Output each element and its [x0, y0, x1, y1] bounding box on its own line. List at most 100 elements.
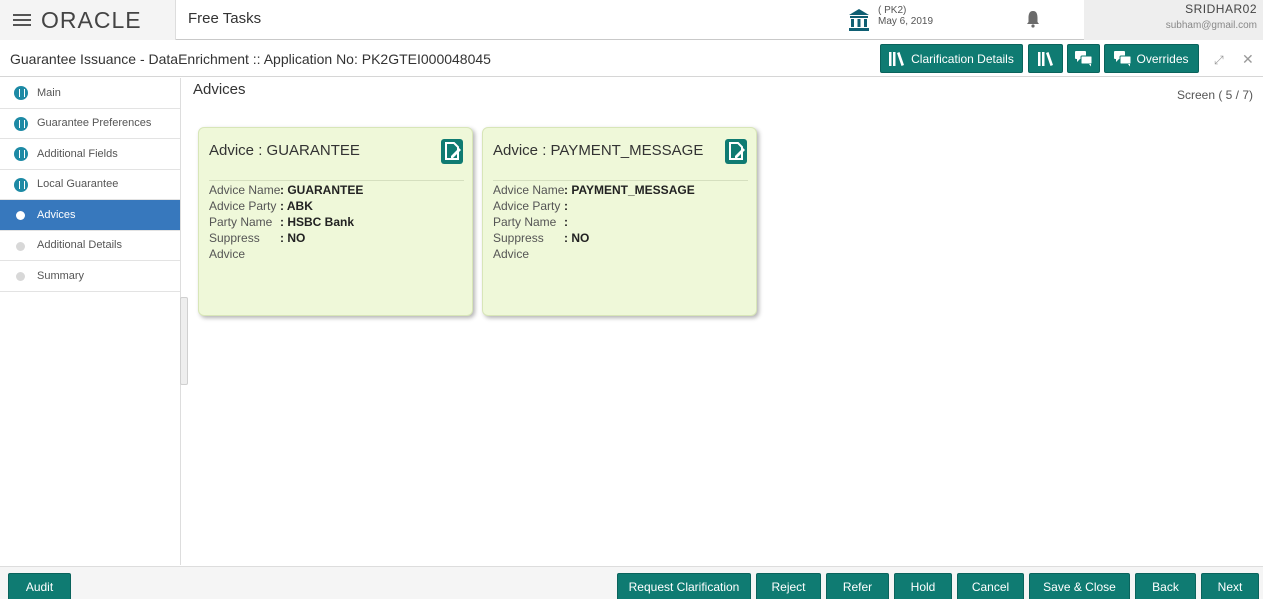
library-button[interactable]	[1028, 44, 1063, 73]
back-button[interactable]: Back	[1135, 573, 1196, 599]
sidebar-item-additional-fields[interactable]: Additional Fields	[0, 139, 180, 170]
detail-key: Advice Name	[493, 183, 565, 197]
detail-key: Advice	[209, 247, 246, 261]
user-name: SRIDHAR02	[1185, 2, 1257, 16]
edit-button[interactable]	[441, 139, 463, 164]
detail-row: Party Name:	[493, 214, 695, 230]
detail-row: Advice	[493, 246, 695, 262]
detail-value: : ABK	[280, 199, 313, 213]
advice-card-title: Advice : GUARANTEE	[209, 142, 360, 159]
save-close-button[interactable]: Save & Close	[1029, 573, 1130, 599]
reject-button[interactable]: Reject	[756, 573, 821, 599]
overrides-label: Overrides	[1136, 51, 1189, 66]
overrides-button[interactable]: Overrides	[1104, 44, 1199, 73]
detail-key: Suppress	[493, 231, 544, 245]
bank-icon	[849, 9, 869, 31]
detail-value: : NO	[564, 231, 590, 245]
brand-area: ORACLE	[0, 0, 176, 40]
step-done-icon	[14, 177, 28, 192]
sidebar-item-label: Local Guarantee	[37, 178, 119, 191]
bell-icon[interactable]	[1026, 10, 1040, 28]
step-current-icon	[16, 211, 25, 220]
detail-key: Party Name	[209, 215, 273, 229]
close-icon[interactable]: ✕	[1242, 51, 1254, 68]
sidebar-item-local-guarantee[interactable]: Local Guarantee	[0, 170, 180, 200]
chat-icon	[1114, 50, 1132, 66]
step-done-icon	[14, 147, 28, 161]
sidebar-item-label: Advices	[37, 208, 76, 221]
detail-value: :	[564, 199, 568, 213]
step-pending-icon	[16, 241, 25, 251]
audit-button[interactable]: Audit	[8, 573, 71, 599]
detail-key: Suppress	[209, 231, 260, 245]
detail-key: Advice Party	[209, 199, 277, 213]
step-pending-icon	[16, 272, 25, 281]
sidebar-item-summary[interactable]: Summary	[0, 261, 180, 292]
sidebar-collapse-handle[interactable]	[180, 297, 188, 385]
branch-code: ( PK2)	[878, 5, 907, 16]
sidebar-item-label: Additional Fields	[37, 147, 118, 160]
screen-indicator: Screen ( 5 / 7)	[1176, 88, 1253, 102]
sidebar-item-label: Additional Details	[37, 239, 122, 252]
detail-value: : HSBC Bank	[280, 215, 355, 229]
detail-value: :	[564, 215, 568, 229]
sidebar-steps: Main Guarantee Preferences Additional Fi…	[0, 78, 181, 565]
advice-card: Advice : PAYMENT_MESSAGE Advice Name: PA…	[482, 127, 757, 316]
detail-row: Party Name : HSBC Bank	[209, 214, 363, 230]
messages-button[interactable]	[1067, 44, 1100, 73]
hamburger-icon[interactable]	[13, 14, 31, 26]
detail-row: Suppress : NO	[209, 230, 363, 246]
clarification-details-button[interactable]: Clarification Details	[880, 44, 1023, 73]
clarification-details-label: Clarification Details	[911, 51, 1014, 66]
sidebar-item-advices[interactable]: Advices	[0, 200, 180, 231]
detail-key: Advice Party	[493, 199, 561, 213]
advice-details: Advice Name: PAYMENT_MESSAGE Advice Part…	[493, 182, 695, 262]
refer-button[interactable]: Refer	[826, 573, 889, 599]
edit-document-icon	[729, 142, 745, 160]
detail-key: Advice	[493, 247, 530, 261]
page-title: Guarantee Issuance - DataEnrichment :: A…	[10, 51, 491, 67]
branch-date: May 6, 2019	[878, 16, 934, 27]
user-email: subham@gmail.com	[1165, 20, 1257, 31]
step-done-icon	[14, 86, 28, 100]
detail-value: : GUARANTEE	[280, 183, 364, 197]
sidebar-item-label: Main	[37, 86, 61, 99]
request-clarification-button[interactable]: Request Clarification	[617, 573, 751, 599]
detail-key: Party Name	[493, 215, 557, 229]
sidebar-item-guarantee-preferences[interactable]: Guarantee Preferences	[0, 109, 180, 139]
sidebar-item-main[interactable]: Main	[0, 78, 180, 109]
detail-row: Advice Party: ABK	[209, 198, 363, 214]
sidebar-item-label: Summary	[37, 269, 85, 282]
library-icon	[1037, 51, 1053, 66]
branch-info[interactable]: ( PK2) May 6, 2019	[878, 5, 933, 27]
sidebar-item-additional-details[interactable]: Additional Details	[0, 231, 180, 261]
page-header: Guarantee Issuance - DataEnrichment :: A…	[0, 41, 1263, 77]
detail-row: Advice Party:	[493, 198, 695, 214]
library-icon	[889, 51, 905, 66]
detail-row: Advice Name: PAYMENT_MESSAGE	[493, 182, 695, 198]
advice-card: Advice : GUARANTEE Advice Name: GUARANTE…	[198, 127, 473, 316]
edit-document-icon	[445, 142, 461, 160]
detail-value: : NO	[280, 231, 306, 245]
edit-button[interactable]	[725, 139, 747, 164]
detail-value: : PAYMENT_MESSAGE	[564, 183, 695, 197]
advice-card-title: Advice : PAYMENT_MESSAGE	[493, 142, 704, 159]
app-title[interactable]: Free Tasks	[188, 10, 261, 27]
chat-icon	[1074, 50, 1092, 66]
detail-row: Advice	[209, 246, 363, 262]
step-done-icon	[14, 116, 28, 131]
detail-row: Advice Name: GUARANTEE	[209, 182, 363, 198]
section-title: Advices	[193, 81, 246, 98]
user-menu[interactable]: SRIDHAR02 subham@gmail.com	[1084, 0, 1263, 40]
advice-details: Advice Name: GUARANTEE Advice Party: ABK…	[209, 182, 363, 262]
cancel-button[interactable]: Cancel	[957, 573, 1024, 599]
minimize-icon[interactable]: ⤢	[1214, 53, 1224, 68]
next-button[interactable]: Next	[1201, 573, 1259, 599]
action-footer: Audit Request Clarification Reject Refer…	[0, 566, 1263, 599]
top-bar: ORACLE Free Tasks ( PK2) May 6, 2019 SRI…	[0, 0, 1263, 40]
divider	[209, 180, 464, 181]
detail-row: Suppress : NO	[493, 230, 695, 246]
oracle-logo: ORACLE	[41, 6, 142, 33]
sidebar-item-label: Guarantee Preferences	[37, 117, 152, 130]
hold-button[interactable]: Hold	[894, 573, 952, 599]
